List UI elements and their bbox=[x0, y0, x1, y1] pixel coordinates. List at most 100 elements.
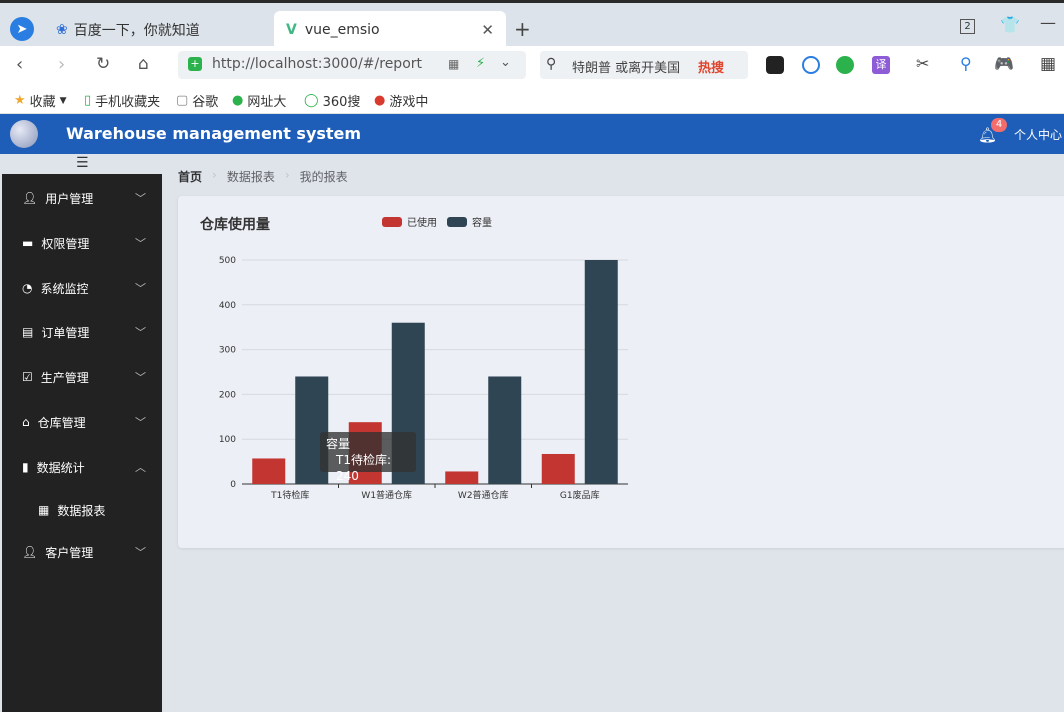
y-tick-label: 400 bbox=[219, 301, 236, 311]
bar-capacity[interactable] bbox=[488, 376, 522, 484]
tab-baidu[interactable]: ❀ 百度一下，你就知道 bbox=[44, 11, 272, 49]
bar-used[interactable] bbox=[445, 471, 479, 484]
apps-grid-icon[interactable]: ▦ bbox=[1040, 54, 1056, 74]
chevron-up-icon: ︿ bbox=[135, 461, 146, 474]
close-tab-icon[interactable]: ✕ bbox=[481, 21, 494, 39]
translate-icon[interactable]: 译 bbox=[872, 56, 890, 74]
x-tick-label: T1待检库 bbox=[270, 489, 309, 501]
sidebar-item-system-monitor[interactable]: ◔ 系统监控 ﹀ bbox=[2, 266, 162, 310]
tooltip-title: 容量 bbox=[326, 437, 351, 451]
bookmark-label: 谷歌 bbox=[192, 95, 219, 110]
bookmark-games[interactable]: ● 游戏中 bbox=[374, 91, 428, 110]
y-tick-label: 300 bbox=[219, 346, 236, 356]
chevron-down-icon: ﹀ bbox=[135, 416, 146, 429]
extension-circle-icon[interactable] bbox=[802, 56, 820, 74]
home-icon[interactable]: ⌂ bbox=[138, 54, 149, 74]
lightning-icon[interactable]: ⚡ bbox=[476, 56, 485, 71]
sidebar-item-label: 仓库管理 bbox=[37, 415, 86, 430]
forward-icon[interactable]: › bbox=[58, 54, 65, 75]
user-icon: 👤︎ bbox=[22, 191, 38, 205]
hot-search-label[interactable]: 热搜 bbox=[698, 57, 724, 76]
breadcrumb-home[interactable]: 首页 bbox=[178, 168, 202, 185]
sidebar-item-label: 生产管理 bbox=[40, 370, 89, 385]
hamburger-icon[interactable]: ☰ bbox=[76, 155, 89, 171]
sidebar-item-user-management[interactable]: 👤︎ 用户管理 ﹀ bbox=[2, 176, 162, 220]
sidebar-item-warehouse[interactable]: ⌂ 仓库管理 ﹀ bbox=[2, 400, 162, 444]
sidebar-item-orders[interactable]: ▤ 订单管理 ﹀ bbox=[2, 310, 162, 354]
breadcrumb-separator: › bbox=[284, 168, 290, 182]
collapse-bar: ☰ bbox=[2, 154, 162, 174]
back-icon[interactable]: ‹ bbox=[16, 54, 23, 75]
bookmark-hao[interactable]: ● 网址大 bbox=[232, 91, 286, 110]
notification-badge: 4 bbox=[991, 118, 1007, 132]
x-tick-label: W1普通仓库 bbox=[361, 489, 412, 501]
sidebar-item-label: 客户管理 bbox=[45, 545, 94, 560]
sidebar-item-label: 系统监控 bbox=[40, 281, 89, 296]
tooltip-text: T1待检库: 240 bbox=[336, 453, 392, 483]
search-field[interactable]: ⚲ 特朗普 或离开美国 热搜 bbox=[540, 51, 748, 79]
tab-baidu-label: 百度一下，你就知道 bbox=[73, 23, 200, 39]
360-icon: ◯ bbox=[304, 93, 319, 108]
url-field[interactable]: + http://localhost:3000/#/report ▦ ⚡ ⌄ bbox=[178, 51, 526, 79]
sidebar-item-statistics[interactable]: ▮ 数据统计 ︿ bbox=[2, 445, 162, 489]
chevron-down-icon: ﹀ bbox=[135, 326, 146, 339]
chart-tooltip: 容量 T1待检库: 240 bbox=[320, 432, 416, 483]
bar-used[interactable] bbox=[252, 458, 286, 484]
bar-used[interactable] bbox=[541, 453, 575, 484]
sidebar-item-permissions[interactable]: ▬ 权限管理 ﹀ bbox=[2, 221, 162, 265]
bookmark-label: 手机收藏夹 bbox=[95, 95, 161, 110]
bookmark-label: 360搜 bbox=[322, 95, 361, 110]
bookmark-360[interactable]: ◯ 360搜 bbox=[304, 91, 360, 110]
breadcrumb-data-report[interactable]: 数据报表 bbox=[227, 168, 275, 185]
grid-icon: ▦ bbox=[38, 503, 50, 517]
baidu-paw-icon: ❀ bbox=[56, 22, 68, 38]
search-text: 特朗普 或离开美国 bbox=[572, 61, 681, 76]
home-icon: ⌂ bbox=[22, 415, 30, 429]
bookmark-mobile[interactable]: ▯ 手机收藏夹 bbox=[84, 91, 160, 110]
breadcrumb: 首页 › 数据报表 › 我的报表 bbox=[178, 168, 348, 185]
gauge-icon: ◔ bbox=[22, 281, 33, 295]
breadcrumb-my-report: 我的报表 bbox=[299, 170, 348, 184]
bookmark-label: 网址大 bbox=[247, 95, 287, 110]
vue-logo-icon: V bbox=[286, 22, 297, 38]
browser-tab-bar: ➤ ❀ 百度一下，你就知道 V vue_emsio ✕ + 2 👕 — bbox=[0, 0, 1064, 49]
document-icon: ▤ bbox=[22, 325, 34, 339]
app-logo-avatar bbox=[10, 120, 38, 148]
y-tick-label: 200 bbox=[219, 390, 236, 400]
app-title: Warehouse management system bbox=[66, 124, 362, 143]
qr-code-icon[interactable]: ▦ bbox=[448, 57, 459, 71]
tab-count-badge[interactable]: 2 bbox=[960, 19, 975, 34]
sidebar-item-customers[interactable]: 👤︎ 客户管理 ﹀ bbox=[2, 530, 162, 574]
url-text: http://localhost:3000/#/report bbox=[212, 56, 422, 72]
bookmark-google[interactable]: ▢ 谷歌 bbox=[176, 91, 218, 110]
extension-green-icon[interactable] bbox=[836, 56, 854, 74]
sidebar-item-production[interactable]: ☑ 生产管理 ﹀ bbox=[2, 355, 162, 399]
magnifier-extension-icon[interactable]: ⚲ bbox=[960, 54, 972, 73]
chevron-down-icon: ﹀ bbox=[135, 282, 146, 295]
star-icon: ★ bbox=[14, 93, 26, 108]
url-dropdown-icon[interactable]: ⌄ bbox=[500, 55, 511, 70]
game-controller-icon[interactable]: 🎮 bbox=[994, 54, 1014, 73]
browser-logo-icon[interactable]: ➤ bbox=[10, 17, 34, 41]
minimize-icon[interactable]: — bbox=[1040, 13, 1056, 32]
user-center-link[interactable]: 个人中心 bbox=[1014, 126, 1062, 143]
extension-bilibili-icon[interactable] bbox=[766, 56, 784, 74]
phone-icon: ▯ bbox=[84, 93, 92, 108]
bookmark-favorites[interactable]: ★ 收藏 ▼ bbox=[14, 91, 67, 110]
monitor-icon: ▬ bbox=[22, 236, 34, 250]
tab-vue-emsio-label: vue_emsio bbox=[304, 22, 380, 38]
reload-icon[interactable]: ↻ bbox=[96, 54, 110, 74]
bookmark-label: 游戏中 bbox=[389, 95, 429, 110]
secure-shield-icon: + bbox=[188, 57, 202, 71]
new-tab-plus-icon[interactable]: + bbox=[514, 17, 531, 41]
sidebar-subitem-data-report[interactable]: ▦ 数据报表 bbox=[2, 488, 162, 532]
app-header: Warehouse management system 🔔︎ 4 个人中心 bbox=[0, 114, 1064, 154]
sidebar-item-label: 数据统计 bbox=[36, 460, 85, 475]
tab-vue-emsio[interactable]: V vue_emsio ✕ bbox=[274, 11, 506, 49]
scissors-icon[interactable]: ✂ bbox=[916, 54, 929, 73]
x-tick-label: G1废品库 bbox=[560, 489, 600, 501]
y-tick-label: 0 bbox=[230, 480, 236, 490]
sidebar: 👤︎ 用户管理 ﹀ ▬ 权限管理 ﹀ ◔ 系统监控 ﹀ ▤ 订单管理 ﹀ ☑ 生… bbox=[2, 174, 162, 712]
shirt-skin-icon[interactable]: 👕 bbox=[1000, 15, 1020, 34]
bar-capacity[interactable] bbox=[584, 260, 618, 484]
